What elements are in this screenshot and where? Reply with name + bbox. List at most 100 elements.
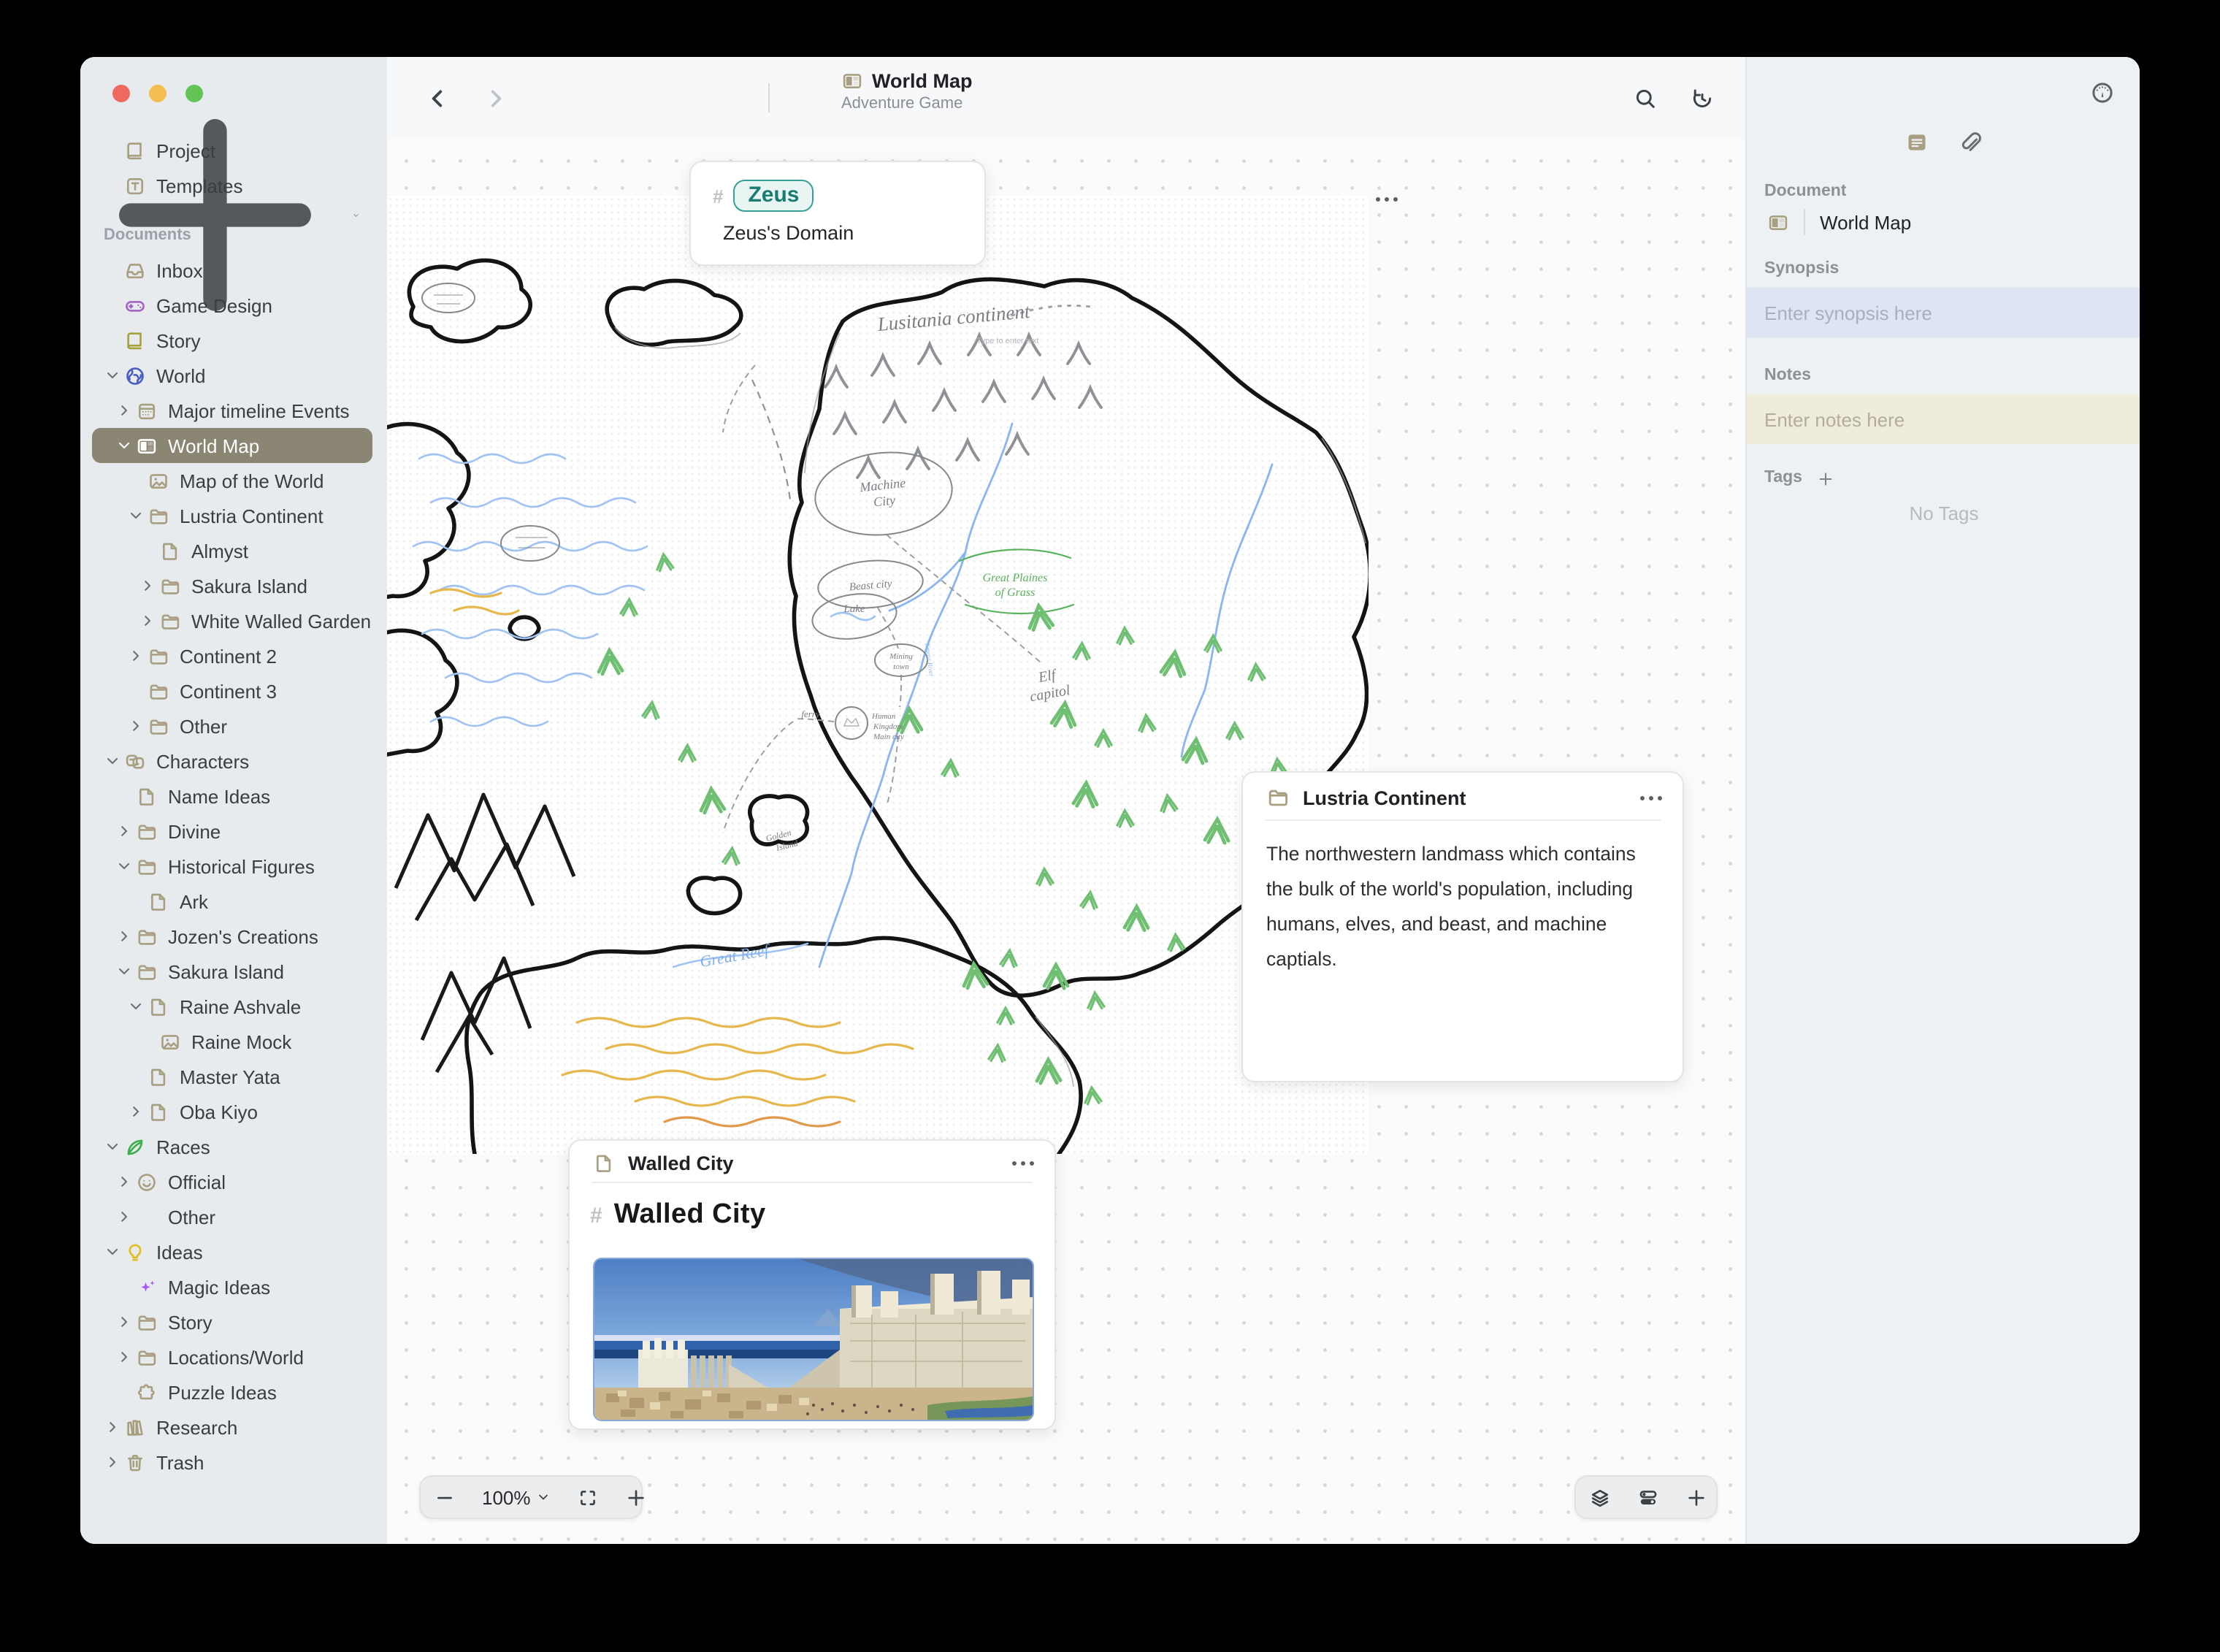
sidebar-item-name-ideas[interactable]: Name Ideas [92, 779, 372, 814]
chevron-right-icon[interactable] [115, 1208, 133, 1225]
sidebar-item-jozen-s-creations[interactable]: Jozen's Creations [92, 919, 372, 954]
chevron-right-icon[interactable] [115, 928, 133, 945]
properties-button[interactable] [1624, 1477, 1672, 1518]
chevron-down-icon[interactable] [115, 963, 133, 980]
tab-document-info[interactable] [1905, 130, 1929, 155]
walled-city-more-menu[interactable] [1012, 1156, 1034, 1171]
chevron-right-icon[interactable] [115, 822, 133, 840]
sidebar-item-world-map[interactable]: World Map [92, 428, 372, 463]
sidebar-item-characters[interactable]: Characters [92, 743, 372, 779]
lustria-card-more-menu[interactable] [1640, 790, 1662, 805]
chevron-right-icon[interactable] [115, 1173, 133, 1190]
sidebar-item-continent-2[interactable]: Continent 2 [92, 638, 372, 673]
add-tag-button[interactable] [1817, 470, 1834, 488]
sidebar-item-puzzle-ideas[interactable]: Puzzle Ideas [92, 1374, 372, 1410]
sidebar-item-story[interactable]: Story [92, 1304, 372, 1339]
doc-icon [148, 1101, 169, 1123]
sidebar-item-sakura-island[interactable]: Sakura Island [92, 568, 372, 603]
sidebar-item-label: Master Yata [180, 1066, 280, 1087]
sidebar-item-official[interactable]: Official [92, 1164, 372, 1199]
lustria-continent-card[interactable]: Lustria Continent The northwestern landm… [1241, 754, 1684, 1082]
chevron-down-icon[interactable] [127, 998, 145, 1015]
zoom-out-button[interactable] [421, 1477, 469, 1518]
history-icon[interactable] [1690, 86, 1715, 111]
chevron-down-icon[interactable] [115, 857, 133, 875]
world-map-sketch[interactable]: Lusitania continent Machine City Beast c… [387, 196, 1369, 1154]
sidebar-item-story[interactable]: Story [92, 323, 372, 358]
walled-city-image[interactable] [593, 1258, 1034, 1421]
tab-attachments[interactable] [1957, 130, 1982, 155]
chevron-down-icon[interactable] [104, 752, 121, 770]
chevron-right-icon[interactable] [127, 1103, 145, 1120]
zeus-tag[interactable]: Zeus [733, 180, 814, 212]
sidebar-item-white-walled-garden-c[interactable]: White Walled Garden C... [92, 603, 372, 638]
zoom-toolbar: 100% [419, 1475, 645, 1519]
sidebar-item-historical-figures[interactable]: Historical Figures [92, 849, 372, 884]
chevron-right-icon[interactable] [104, 1418, 121, 1436]
chevron-right-icon[interactable] [115, 402, 133, 419]
chevron-down-icon[interactable] [127, 507, 145, 524]
toolbar-divider [768, 83, 770, 112]
chevron-right-icon[interactable] [127, 647, 145, 665]
chevron-right-icon[interactable] [127, 717, 145, 735]
sidebar-item-research[interactable]: Research [92, 1410, 372, 1445]
chevron-right-icon[interactable] [139, 577, 156, 594]
sidebar-item-races[interactable]: Races [92, 1129, 372, 1164]
sidebar-item-almyst[interactable]: Almyst [92, 533, 372, 568]
no-tags-text: No Tags [1909, 502, 1979, 524]
sidebar-item-project[interactable]: Project [92, 133, 372, 168]
map-label-reef: Great Reef [698, 940, 772, 971]
sidebar-item-game-design[interactable]: Game Design [92, 288, 372, 323]
notes-input[interactable]: Enter notes here [1747, 394, 2140, 444]
forward-button[interactable] [483, 86, 508, 111]
zoom-level-dropdown[interactable]: 100% [469, 1477, 564, 1518]
sidebar-item-map-of-the-world[interactable]: Map of the World [92, 463, 372, 498]
sidebar-item-major-timeline-events[interactable]: Major timeline Events [92, 393, 372, 428]
search-icon[interactable] [1633, 86, 1658, 111]
chevron-right-icon[interactable] [115, 1313, 133, 1331]
sidebar-item-trash[interactable]: Trash [92, 1445, 372, 1480]
sidebar-item-sakura-island[interactable]: Sakura Island [92, 954, 372, 989]
chevron-down-icon[interactable] [115, 437, 133, 454]
document-row[interactable]: World Map [1767, 209, 1911, 235]
minus-icon [434, 1486, 456, 1508]
sidebar-item-lustria-continent[interactable]: Lustria Continent [92, 498, 372, 533]
walled-city-card[interactable]: Walled City # Walled City [568, 1139, 1056, 1430]
sidebar-item-label: Locations/World [168, 1346, 304, 1368]
sidebar-item-master-yata[interactable]: Master Yata [92, 1059, 372, 1094]
zoom-in-button[interactable] [613, 1477, 661, 1518]
page-title: World Map [872, 70, 973, 92]
sidebar-item-divine[interactable]: Divine [92, 814, 372, 849]
sidebar-item-oba-kiyo[interactable]: Oba Kiyo [92, 1094, 372, 1129]
add-object-button[interactable] [1672, 1477, 1720, 1518]
sidebar-item-continent-3[interactable]: Continent 3 [92, 673, 372, 708]
chevron-down-icon[interactable] [104, 1138, 121, 1155]
fit-to-screen-button[interactable] [564, 1477, 613, 1518]
layers-button[interactable] [1576, 1477, 1624, 1518]
folder-icon [136, 855, 158, 877]
chevron-right-icon[interactable] [104, 1453, 121, 1471]
map-more-menu[interactable] [1369, 191, 1404, 209]
sidebar-item-world[interactable]: World [92, 358, 372, 393]
folder-icon [136, 925, 158, 947]
whiteboard-canvas[interactable]: Lusitania continent Machine City Beast c… [387, 139, 1745, 1544]
chevron-down-icon[interactable] [104, 367, 121, 384]
zeus-card[interactable]: # Zeus Zeus's Domain [689, 161, 986, 266]
sidebar-item-locations-world[interactable]: Locations/World [92, 1339, 372, 1374]
sidebar-item-magic-ideas[interactable]: Magic Ideas [92, 1269, 372, 1304]
sidebar-item-templates[interactable]: Templates [92, 168, 372, 203]
sidebar-item-other[interactable]: Other [92, 708, 372, 743]
synopsis-input[interactable]: Enter synopsis here [1747, 288, 2140, 337]
chevron-right-icon[interactable] [115, 1348, 133, 1366]
chevron-down-icon[interactable] [104, 1243, 121, 1261]
sidebar-item-inbox[interactable]: Inbox [92, 253, 372, 288]
sidebar-item-ark[interactable]: Ark [92, 884, 372, 919]
back-button[interactable] [425, 86, 450, 111]
sidebar-item-ideas[interactable]: Ideas [92, 1234, 372, 1269]
sidebar-item-raine-ashvale[interactable]: Raine Ashvale [92, 989, 372, 1024]
sidebar-item-raine-mock[interactable]: Raine Mock [92, 1024, 372, 1059]
stats-gauge-icon[interactable] [2090, 80, 2115, 105]
sidebar-item-other[interactable]: Other [92, 1199, 372, 1234]
chevron-right-icon[interactable] [139, 612, 156, 630]
